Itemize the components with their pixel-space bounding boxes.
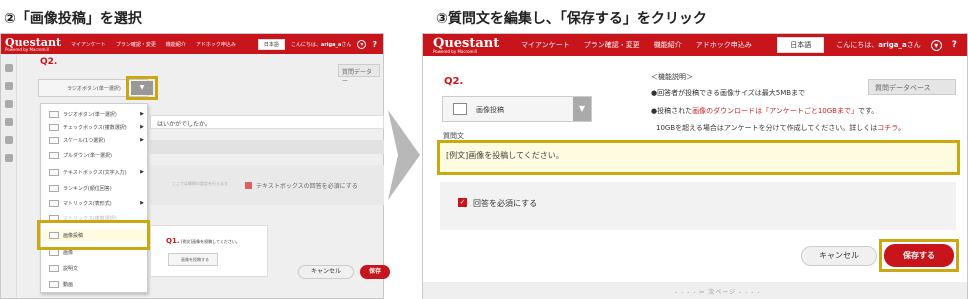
questant-logo[interactable]: Questant Powered by Macromill — [433, 37, 507, 54]
radio-icon — [49, 110, 59, 118]
arrow-right-icon — [388, 110, 420, 200]
matrix-icon — [49, 199, 59, 207]
menu-item-scale[interactable]: スケール(1つ選択) ▶ — [41, 134, 147, 146]
options-bar — [150, 140, 384, 154]
step2-caption: ②「画像投稿」を選択 — [4, 11, 142, 27]
image-upload-icon — [453, 103, 467, 115]
q1-text: [例文]画像を投稿してください。 — [181, 239, 240, 244]
nav-features[interactable]: 機能紹介 — [166, 41, 186, 48]
next-page-divider: - - - - ✂ 次ページ - - - - — [675, 289, 761, 296]
menu-item-radio[interactable]: ラジオボタン(単一選択) ▶ — [41, 108, 147, 120]
description-line-2: ●投稿された画像のダウンロードは「アンケートごと10GBまで」です。 — [651, 107, 879, 115]
question-icon[interactable]: ? — [372, 40, 377, 49]
side-toolbar — [1, 54, 17, 298]
search-icon[interactable] — [4, 118, 13, 126]
question-type-menu: ラジオボタン(単一選択) ▶ チェックボックス(複数選択) ▶ スケール(1つ選択)… — [40, 103, 148, 293]
chevron-right-icon: ▶ — [140, 137, 144, 143]
pulldown-icon — [49, 151, 59, 159]
chevron-right-icon: ▶ — [140, 169, 144, 175]
question-type-label: 画像投稿 — [476, 106, 504, 114]
post-image-button[interactable]: 画像を投稿する — [168, 253, 218, 266]
nav-my-survey[interactable]: マイアンケート — [71, 41, 106, 48]
greeting: こんにちは、ariga_aさん — [836, 41, 921, 49]
checkbox-icon — [49, 123, 59, 131]
question-database-button[interactable]: 質問データー — [338, 64, 380, 85]
step3-caption: ③質問文を編集し、「保存する」をクリック — [436, 11, 707, 27]
text-icon — [49, 264, 59, 272]
q1-preview-card — [150, 225, 268, 277]
chevron-right-icon: ▶ — [140, 111, 144, 117]
ranking-icon — [49, 184, 59, 192]
cancel-button[interactable]: キャンセル — [298, 265, 354, 279]
menu-item-description[interactable]: 説明文 — [41, 262, 147, 274]
chevron-right-icon: ▶ — [140, 124, 144, 130]
copy-icon[interactable] — [4, 82, 13, 90]
question-text-row[interactable]: はいかがでしたか。 — [150, 115, 384, 129]
question-number: Q2. — [40, 57, 58, 67]
question-text-input[interactable]: [例文]画像を投稿してください。 — [437, 140, 960, 175]
question-icon[interactable]: ? — [952, 40, 957, 50]
save-button[interactable]: 保存 — [360, 265, 390, 279]
language-select[interactable]: 日本語 — [777, 37, 825, 53]
description-line-3: 10GBを超える場合はアンケートを分けて作成してください。詳しくはコチラ。 — [656, 124, 906, 132]
menu-item-checkbox[interactable]: チェックボックス(複数選択) ▶ — [41, 121, 147, 133]
chevron-down-icon[interactable]: ▼ — [573, 97, 591, 121]
required-label: 回答を必須にする — [473, 199, 538, 208]
description-title: ＜機能説明＞ — [651, 73, 693, 81]
questant-logo[interactable]: Questant Powered by Macromill — [5, 37, 61, 52]
highlight-frame — [879, 239, 959, 272]
question-number: Q2. — [444, 76, 464, 87]
cancel-button[interactable]: キャンセル — [801, 246, 877, 266]
user-menu-icon[interactable]: ▾ — [357, 39, 367, 49]
chevron-right-icon: ▶ — [140, 200, 144, 206]
question-database-button[interactable]: 質問データベース — [868, 79, 956, 95]
trash-icon[interactable] — [4, 154, 13, 162]
nav-adhoc[interactable]: アドホック申込み — [696, 40, 752, 50]
required-checkbox[interactable]: テキストボックスの回答を必須にする — [245, 181, 358, 190]
nav-adhoc[interactable]: アドホック申込み — [196, 41, 236, 48]
nav-plan[interactable]: プラン確認・変更 — [116, 41, 156, 48]
gear-icon[interactable] — [4, 64, 13, 72]
details-link[interactable]: コチラ — [877, 124, 898, 132]
menu-item-video[interactable]: 動画 — [41, 278, 147, 290]
greeting: こんにちは、ariga_aさん — [290, 41, 352, 48]
language-select[interactable]: 日本語 — [257, 38, 285, 50]
nav-plan[interactable]: プラン確認・変更 — [584, 40, 640, 50]
nav-my-survey[interactable]: マイアンケート — [521, 40, 570, 50]
top-nav-bar: Questant Powered by Macromill マイアンケート プラン… — [1, 34, 383, 54]
menu-item-textbox[interactable]: テキストボックス(文字入力) ▶ — [41, 166, 147, 178]
star-icon — [49, 136, 59, 144]
menu-item-matrix[interactable]: マトリックス(表形式) ▶ — [41, 197, 147, 209]
page-icon[interactable] — [4, 100, 13, 108]
user-menu-icon[interactable]: ▾ — [930, 39, 942, 51]
menu-item-ranking[interactable]: ランキング(順位回答) — [41, 182, 147, 194]
nav-features[interactable]: 機能紹介 — [654, 40, 682, 50]
highlight-frame — [37, 220, 150, 250]
print-icon[interactable] — [4, 136, 13, 144]
video-icon — [49, 280, 59, 288]
description-line-1: ●回答者が投稿できる画像サイズは最大5MBまで — [651, 89, 806, 97]
settings-hint: ここでは質問の設定を行えます — [172, 181, 228, 186]
required-checkbox[interactable]: ✓ — [458, 198, 467, 207]
top-nav-bar: Questant Powered by Macromill マイアンケート プラン… — [423, 34, 967, 56]
highlight-frame — [126, 76, 158, 100]
q1-number: Q1. — [166, 237, 180, 245]
menu-item-pulldown[interactable]: プルダウン(単一選択) — [41, 149, 147, 161]
textbox-icon — [49, 168, 59, 176]
